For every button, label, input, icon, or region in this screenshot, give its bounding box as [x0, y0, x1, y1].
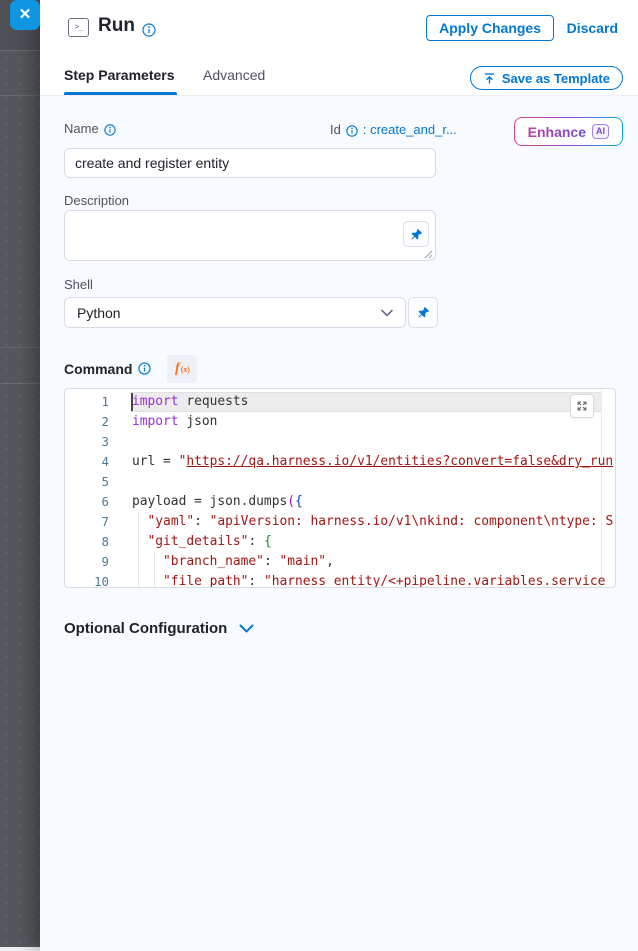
chevron-down-icon	[239, 624, 254, 634]
code-line[interactable]: 6payload = json.dumps({	[65, 492, 615, 512]
close-drawer-button[interactable]: ✕	[10, 0, 40, 30]
name-label-row: Name	[64, 121, 116, 136]
id-info-icon[interactable]	[346, 122, 358, 137]
code-lines: 1import requests2import json34url = "htt…	[65, 392, 615, 588]
line-number: 4	[65, 452, 109, 472]
code-line[interactable]: 9 "branch_name": "main",	[65, 552, 615, 572]
code-line[interactable]: 3	[65, 432, 615, 452]
textarea-resize-handle[interactable]	[424, 250, 433, 259]
id-row: Id : create_and_r...	[330, 122, 457, 137]
line-number: 5	[65, 472, 109, 492]
apply-changes-button[interactable]: Apply Changes	[426, 15, 554, 41]
id-label: Id	[330, 122, 341, 137]
code-line[interactable]: 2import json	[65, 412, 615, 432]
command-label: Command	[64, 361, 132, 377]
line-number: 3	[65, 432, 109, 452]
command-code-editor[interactable]: 1import requests2import json34url = "htt…	[64, 388, 616, 588]
code-line[interactable]: 7 "yaml": "apiVersion: harness.io/v1\nki…	[65, 512, 615, 532]
name-label: Name	[64, 121, 99, 136]
line-number: 2	[65, 412, 109, 432]
save-as-template-button[interactable]: Save as Template	[470, 66, 623, 90]
line-number: 9	[65, 552, 109, 572]
shell-label: Shell	[64, 277, 93, 292]
canvas-divider	[0, 50, 40, 51]
code-line[interactable]: 8 "git_details": {	[65, 532, 615, 552]
line-number: 10	[65, 572, 109, 588]
code-line[interactable]: 1import requests	[65, 392, 615, 412]
expand-editor-button[interactable]	[570, 394, 594, 418]
fx-sub-label: (x)	[181, 365, 190, 374]
name-input[interactable]	[64, 148, 436, 178]
canvas-divider	[0, 95, 40, 96]
fullscreen-expand-icon	[576, 400, 588, 412]
active-tab-underline	[64, 92, 177, 95]
code-line[interactable]: 10 "file_path": "harness_entity/<+pipeli…	[65, 572, 615, 588]
run-info-icon[interactable]	[142, 21, 156, 39]
code-line[interactable]: 4url = "https://qa.harness.io/v1/entitie…	[65, 452, 615, 472]
line-number: 6	[65, 492, 109, 512]
close-icon: ✕	[19, 6, 32, 23]
run-step-terminal-icon: >_	[68, 18, 89, 37]
enhance-label: Enhance	[528, 124, 586, 140]
canvas-divider	[0, 347, 40, 348]
pin-icon	[410, 228, 423, 241]
text-cursor	[131, 393, 133, 411]
upload-icon	[483, 72, 496, 85]
pin-icon	[417, 306, 430, 319]
name-info-icon[interactable]	[104, 121, 116, 136]
optional-configuration-toggle[interactable]: Optional Configuration	[64, 620, 254, 637]
line-number: 7	[65, 512, 109, 532]
expression-fx-button[interactable]: f(x)	[167, 355, 197, 383]
line-number: 1	[65, 392, 109, 412]
discard-button[interactable]: Discard	[567, 20, 618, 36]
page-title: Run	[98, 15, 135, 37]
shell-pin-button[interactable]	[408, 297, 438, 328]
tab-step-parameters[interactable]: Step Parameters	[64, 67, 175, 83]
id-value[interactable]: : create_and_r...	[363, 122, 457, 137]
line-number: 8	[65, 532, 109, 552]
command-info-icon[interactable]	[138, 360, 151, 378]
description-textarea[interactable]	[64, 210, 436, 261]
code-line[interactable]: 5	[65, 472, 615, 492]
drawer-header: >_ Run Apply Changes Discard	[40, 0, 638, 59]
step-config-drawer: >_ Run Apply Changes Discard Step Parame…	[40, 0, 638, 951]
tab-bar: Step Parameters Advanced Save as Templat…	[40, 58, 638, 96]
ai-badge: AI	[592, 124, 609, 139]
optional-configuration-label: Optional Configuration	[64, 620, 227, 637]
description-label: Description	[64, 193, 129, 208]
shell-selected-value: Python	[77, 305, 121, 321]
chevron-down-icon	[381, 309, 393, 317]
canvas-bottom-edge	[0, 947, 40, 951]
tab-advanced[interactable]: Advanced	[203, 67, 265, 83]
command-label-row: Command f(x)	[64, 355, 197, 383]
canvas-divider	[0, 383, 40, 384]
fx-label: f	[175, 361, 180, 377]
enhance-ai-button[interactable]: Enhance AI	[514, 117, 623, 146]
save-as-template-label: Save as Template	[502, 71, 610, 86]
description-pin-button[interactable]	[403, 221, 429, 247]
shell-select[interactable]: Python	[64, 297, 406, 328]
pipeline-canvas-strip	[0, 0, 40, 951]
